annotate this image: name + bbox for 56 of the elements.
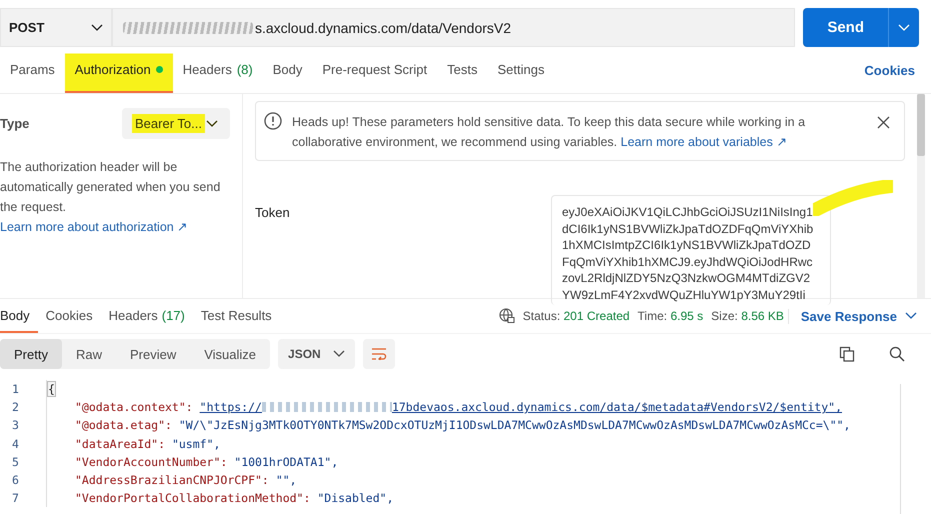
- chevron-down-icon: [905, 312, 917, 320]
- time-text: Time: 6.95 s: [638, 309, 704, 323]
- line-number: 7: [11, 491, 20, 506]
- code-text: "dataAreaId": "usmf",: [75, 436, 220, 451]
- chevron-down-icon: [206, 120, 218, 128]
- variables-link[interactable]: Learn more about variables ↗: [620, 135, 788, 149]
- token-field[interactable]: eyJ0eXAiOiJKV1QiLCJhbGciOiJSUzI1NiIsIng1 dCI6Ik1yNS1BVWliZkJpaTdOZDFqQmViYXhib 1hXMCIsImtpZCI6Ik1yNS1BVWliZkJpaTdOZD FqQmViYXhib1hXMCJ9.eyJhdWQiOiJodHRwc zovL2RldjNlZDY5NzQ3NzkwOGM4MTdiZGV2 YW9zLmF4Y2xvdWQuZHluYW1pY3MuY29tIi: [551, 195, 831, 305]
- line-number: 3: [11, 418, 20, 432]
- auth-description: The authorization header will be automatically generated when you send the request.: [0, 159, 222, 216]
- response-tab[interactable]: Test Results: [192, 299, 280, 333]
- save-response-button[interactable]: Save Response: [788, 308, 917, 324]
- cookies-link[interactable]: Cookies: [864, 62, 915, 78]
- type-label: Type: [0, 116, 30, 131]
- request-tab[interactable]: Settings: [487, 47, 554, 93]
- learn-more-link[interactable]: Learn more about authorization ↗: [0, 220, 188, 234]
- view-mode-tab[interactable]: Preview: [116, 339, 190, 369]
- auth-type-dropdown[interactable]: Bearer To...: [122, 108, 230, 139]
- wrap-lines-icon[interactable]: [362, 339, 395, 369]
- response-tab[interactable]: Headers (17): [100, 299, 193, 333]
- request-tab[interactable]: Tests: [437, 47, 488, 93]
- line-number: 6: [11, 473, 20, 488]
- request-tab[interactable]: Pre-request Script: [312, 47, 438, 93]
- scrollbar[interactable]: [917, 94, 925, 298]
- view-mode-tab[interactable]: Visualize: [190, 339, 270, 369]
- notice-text: Heads up! These parameters hold sensitive data. To keep this data secure while working in a collaborative environment, we recommend using variables. Learn more about variables ↗: [292, 114, 806, 151]
- view-mode-tab[interactable]: Pretty: [0, 339, 62, 369]
- send-button[interactable]: Send: [803, 8, 888, 47]
- method-dropdown[interactable]: POST: [0, 8, 112, 47]
- line-number: 1: [11, 382, 20, 396]
- info-icon: [264, 112, 282, 130]
- code-text: "VendorPortalCollaborationMethod": "Disabled",: [75, 491, 394, 506]
- chevron-down-icon: [91, 24, 103, 32]
- request-tab[interactable]: Body: [262, 47, 312, 93]
- code-text: "VendorAccountNumber": "1001hrODATA1",: [75, 454, 338, 469]
- close-icon[interactable]: [877, 116, 890, 129]
- token-label: Token: [255, 204, 291, 222]
- line-number: 4: [11, 436, 20, 451]
- code-text: "AddressBrazilianCNPJOrCPF": "",: [75, 473, 297, 488]
- code-text: "@odata.context": "https://: [75, 400, 262, 414]
- line-number: 5: [11, 454, 20, 469]
- view-mode-tab[interactable]: Raw: [62, 339, 116, 369]
- line-number: 2: [11, 400, 20, 414]
- response-tab[interactable]: Cookies: [38, 299, 101, 333]
- format-dropdown[interactable]: JSON: [278, 339, 355, 369]
- globe-lock-icon: [498, 308, 515, 324]
- chevron-down-icon: [898, 24, 910, 32]
- size-text: Size: 8.56 KB: [711, 309, 784, 323]
- code-text: {: [47, 381, 56, 398]
- code-link[interactable]: 17bdevaos.axcloud.dynamics.com/data/$metadata#VendorsV2/$entity",: [392, 400, 842, 414]
- chevron-down-icon: [332, 350, 345, 358]
- request-tab[interactable]: Params: [0, 47, 65, 93]
- response-tab[interactable]: Body: [0, 299, 38, 333]
- url-field[interactable]: s.axcloud.dynamics.com/data/VendorsV2: [112, 8, 796, 47]
- code-text: "@odata.etag": "W/\"JzEsNjg3MTk0OTY0NTk7MSw2ODcxOTUzMjI1ODswLDA7MCwwOzAsMDswLDA7MCwwOzAsMDswLDA7MCwwOzAsMCc=\"",: [75, 418, 850, 432]
- request-tab[interactable]: Headers (8): [172, 47, 263, 93]
- status-text: Status: 201 Created: [522, 309, 630, 323]
